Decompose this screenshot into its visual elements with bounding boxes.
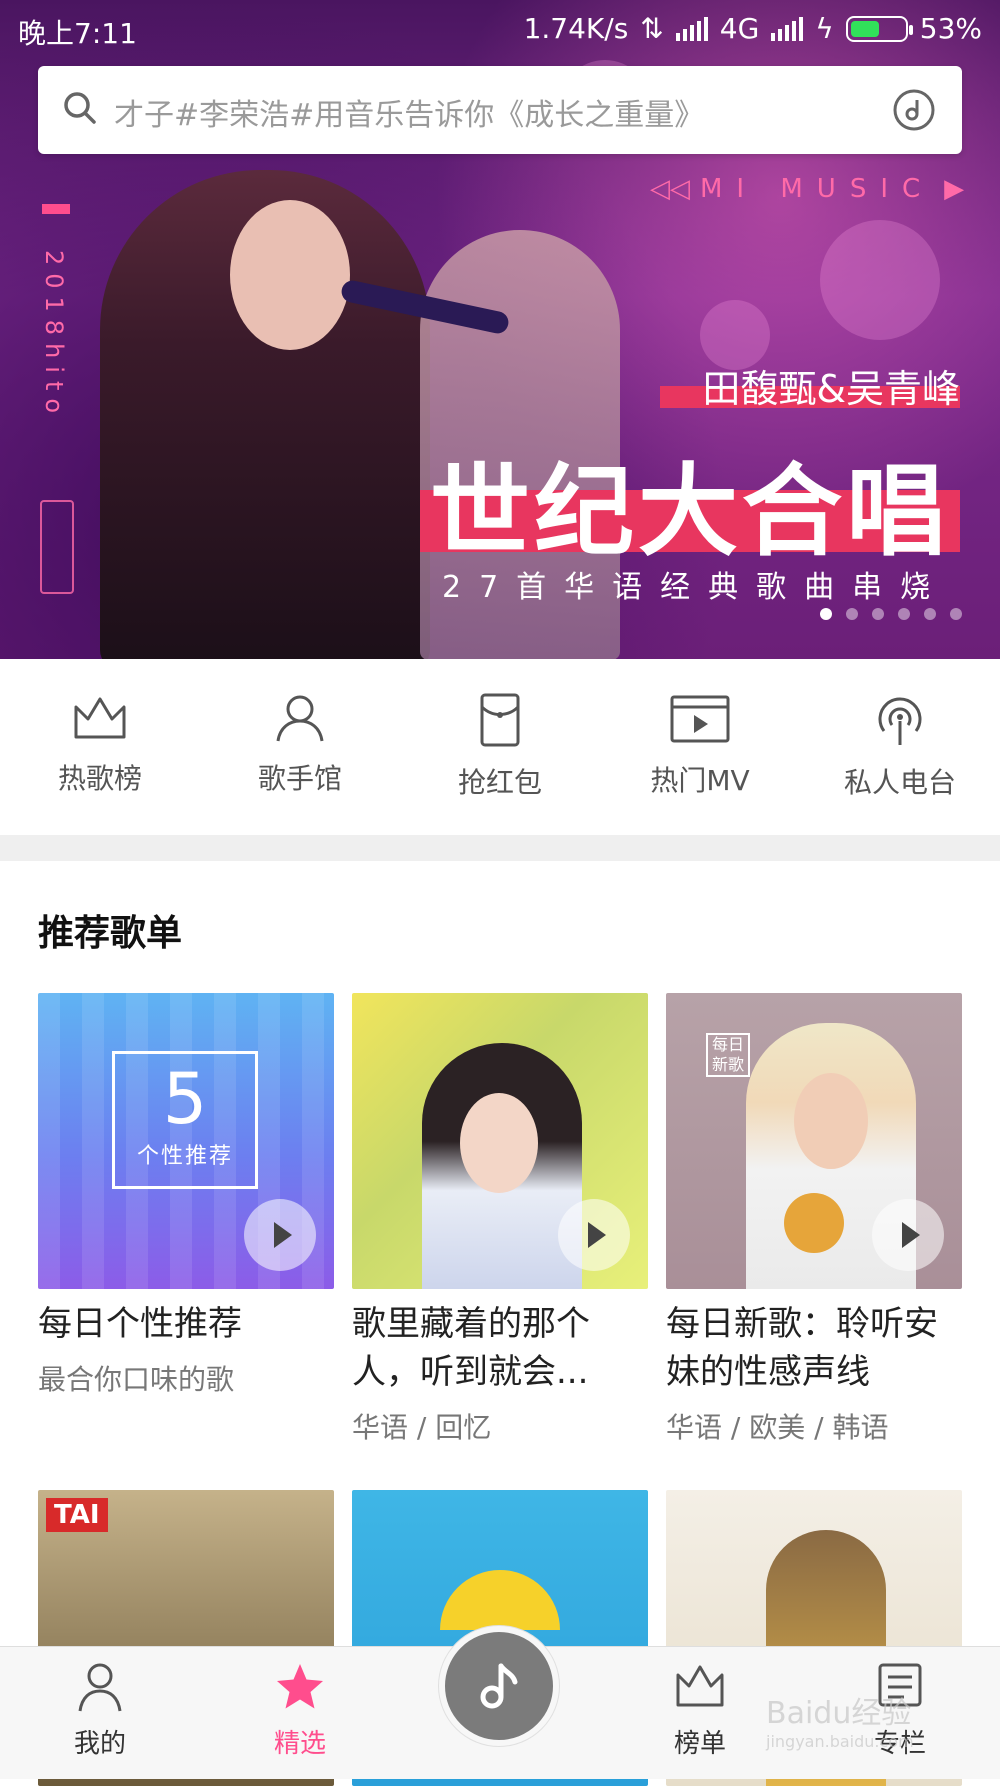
category-label: 热歌榜: [57, 762, 142, 795]
playlist-title[interactable]: 歌里藏着的那个人，听到就会...: [352, 1300, 642, 1396]
cover-face: [460, 1093, 538, 1193]
red-packet-icon: [480, 693, 520, 747]
star-icon: [277, 1664, 323, 1709]
status-indicators: 1.74K/s ⇅ 4G ϟ 53%: [524, 12, 982, 45]
banner-side-text: 2018hito: [40, 250, 68, 422]
category-singers[interactable]: 歌手馆: [200, 659, 400, 835]
person-icon: [78, 1663, 122, 1712]
playlist-title[interactable]: 每日新歌：聆听安妹的性感声线: [666, 1300, 956, 1396]
banner-brand: ◁◁ MI MUSIC ▶: [650, 174, 964, 204]
playlist-title[interactable]: 每日个性推荐: [38, 1300, 338, 1348]
video-icon: [670, 695, 730, 743]
pagination-dot[interactable]: [950, 608, 962, 620]
person-icon: [276, 695, 324, 742]
battery-icon: [845, 15, 913, 42]
category-red-packet[interactable]: 抢红包: [400, 659, 600, 835]
banner-cube-decoration: [40, 500, 74, 594]
nav-mine[interactable]: 我的: [30, 1661, 170, 1760]
banner-brand-text: MI MUSIC: [700, 174, 935, 204]
cover-sun-print: [784, 1193, 844, 1253]
net-speed: 1.74K/s: [523, 12, 629, 45]
watermark: Baidu经验 jingyan.baidu.com: [766, 1688, 914, 1751]
banner-artists: 田馥甄&吴青峰: [702, 367, 960, 411]
category-hot-songs[interactable]: 热歌榜: [0, 659, 200, 835]
category-personal-radio[interactable]: 私人电台: [800, 659, 1000, 835]
banner-pagination: [820, 608, 962, 620]
category-hot-mv[interactable]: 热门MV: [600, 659, 800, 835]
category-label: 私人电台: [843, 766, 956, 799]
play-button[interactable]: [244, 1199, 316, 1271]
banner-singer-face: [230, 200, 350, 350]
pagination-dot[interactable]: [872, 608, 884, 620]
daily-badge: 5 个性推荐: [112, 1051, 258, 1189]
badge-label: 个性推荐: [136, 1144, 233, 1169]
category-row: 热歌榜 歌手馆 抢红包 热门MV 私人电台: [0, 659, 1000, 835]
status-time: 晚上7:11: [18, 17, 137, 50]
pagination-dot[interactable]: [846, 608, 858, 620]
battery-percent: 53%: [919, 12, 982, 45]
rewind-icon: ◁◁: [650, 174, 690, 204]
banner-subtitle: 27首华语经典歌曲串烧: [442, 570, 949, 605]
crown-icon: [676, 1665, 724, 1707]
category-label: 热门MV: [650, 764, 750, 797]
section-title: 推荐歌单: [38, 913, 183, 954]
status-bar: 晚上7:11 1.74K/s ⇅ 4G ϟ 53%: [0, 0, 1000, 58]
play-triangle-icon: ▶: [944, 174, 965, 204]
nav-charts[interactable]: 榜单: [630, 1661, 770, 1760]
play-button[interactable]: [558, 1199, 630, 1271]
pagination-dot[interactable]: [898, 608, 910, 620]
music-note-icon: [480, 1663, 518, 1709]
cover-stamp: 每日新歌: [706, 1033, 750, 1077]
watermark-text: Baidu经验: [766, 1696, 912, 1731]
banner-title: 世纪大合唱: [430, 453, 950, 570]
pagination-dot[interactable]: [924, 608, 936, 620]
playlist-cover[interactable]: 每日新歌: [666, 993, 962, 1289]
banner-bokeh: [820, 220, 940, 340]
radio-icon: [878, 697, 922, 745]
now-playing-button[interactable]: [439, 1626, 559, 1746]
signal-icon: [675, 16, 708, 41]
play-button[interactable]: [872, 1199, 944, 1271]
banner[interactable]: 2018hito ◁◁ MI MUSIC ▶ 田馥甄&吴青峰 世纪大合唱 27首…: [0, 0, 1000, 659]
playlist-subtitle: 华语 / 回忆: [352, 1411, 492, 1444]
nav-label: 精选: [273, 1729, 326, 1759]
music-recognize-icon[interactable]: [890, 86, 938, 134]
playlist-cover[interactable]: [352, 993, 648, 1289]
signal-icon: [771, 16, 804, 41]
charging-icon: ϟ: [815, 12, 834, 45]
category-label: 歌手馆: [257, 762, 342, 795]
category-label: 抢红包: [457, 766, 542, 799]
playlist-subtitle: 最合你口味的歌: [38, 1363, 235, 1396]
nav-featured[interactable]: 精选: [230, 1661, 370, 1760]
pagination-dot[interactable]: [820, 608, 832, 620]
nav-label: 我的: [73, 1729, 126, 1759]
cover-float-ring: [440, 1570, 560, 1630]
playlist-cover[interactable]: 5 个性推荐: [38, 993, 334, 1289]
search-bar[interactable]: 才子#李荣浩#用音乐告诉你《成长之重量》: [38, 66, 962, 154]
crown-icon: [74, 697, 126, 739]
battery-fill: [850, 20, 879, 37]
data-transfer-icon: ⇅: [640, 12, 664, 45]
badge-number: 5: [162, 1058, 208, 1140]
playlist-subtitle: 华语 / 欧美 / 韩语: [666, 1411, 889, 1444]
banner-year-bar: [42, 204, 70, 214]
network-type: 4G: [719, 12, 760, 45]
nav-label: 榜单: [673, 1729, 726, 1759]
cover-tag: TAI: [46, 1498, 108, 1532]
search-input[interactable]: 才子#李荣浩#用音乐告诉你《成长之重量》: [114, 90, 704, 134]
cover-face: [794, 1073, 868, 1169]
section-divider: [0, 835, 1000, 861]
watermark-url: jingyan.baidu.com: [766, 1732, 914, 1751]
search-icon: [64, 92, 96, 124]
